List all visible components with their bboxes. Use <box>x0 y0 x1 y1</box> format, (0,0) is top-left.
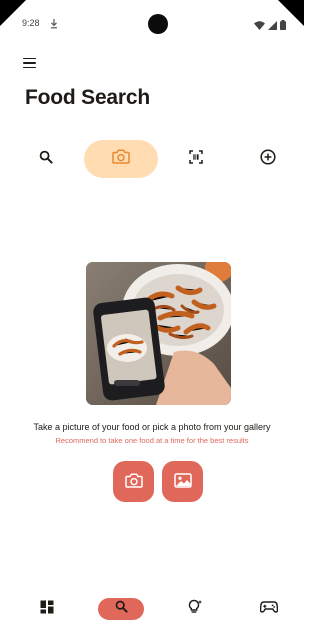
status-bar: 9:28 <box>0 0 304 40</box>
tab-barcode-scan[interactable] <box>180 140 212 178</box>
status-icons <box>254 17 286 35</box>
lightbulb-icon <box>187 599 203 620</box>
search-mode-tabs <box>0 140 304 178</box>
barcode-scan-icon <box>189 149 203 169</box>
download-icon <box>50 16 58 34</box>
battery-icon <box>280 17 286 35</box>
take-photo-button[interactable] <box>113 461 154 502</box>
nav-item-games[interactable] <box>258 598 280 620</box>
photo-search-prompt: Take a picture of your food or pick a ph… <box>33 422 271 432</box>
image-gallery-icon <box>173 472 192 491</box>
nav-item-tips[interactable] <box>184 598 206 620</box>
photo-search-hint: Recommend to take one food at a time for… <box>55 436 249 445</box>
camera-cutout <box>148 14 168 34</box>
wifi-icon <box>254 17 265 35</box>
menu-icon[interactable] <box>23 55 41 71</box>
dashboard-icon <box>40 600 54 619</box>
food-photo-illustration <box>86 262 231 405</box>
tab-text-search[interactable] <box>30 140 62 178</box>
add-circle-icon <box>260 148 276 170</box>
status-time: 9:28 <box>22 18 40 28</box>
tab-add-food[interactable] <box>252 140 284 178</box>
page-title: Food Search <box>25 86 150 109</box>
bottom-navigation <box>0 592 304 626</box>
gamepad-icon <box>259 600 279 618</box>
nav-item-dashboard[interactable] <box>36 598 58 620</box>
signal-icon <box>268 17 277 35</box>
pick-from-gallery-button[interactable] <box>162 461 203 502</box>
search-icon <box>115 600 128 618</box>
nav-item-search[interactable] <box>98 598 144 620</box>
search-icon <box>39 150 53 169</box>
camera-icon <box>112 149 130 169</box>
tab-photo-search[interactable] <box>84 140 158 178</box>
camera-icon <box>124 472 143 491</box>
